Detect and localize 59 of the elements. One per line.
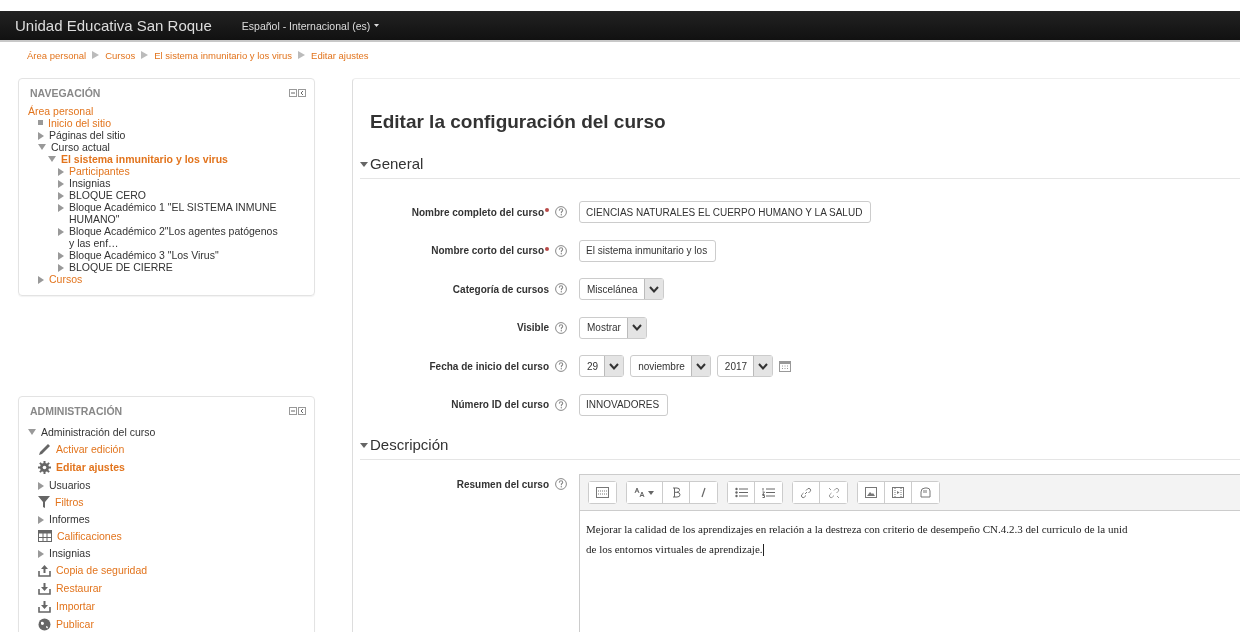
dropdown[interactable]: 2017 (716, 355, 774, 378)
field-label: Número ID del curso (451, 399, 549, 411)
expanded-arrow-icon[interactable] (360, 159, 368, 168)
nav-item[interactable]: Bloque Académico 3 "Los Virus" (69, 249, 219, 261)
nav-item[interactable]: Bloque Académico 2"Los agentes patógenos y las enf… (69, 225, 284, 249)
help-icon[interactable] (555, 360, 567, 373)
font-size-icon[interactable] (627, 482, 663, 503)
help-icon[interactable] (555, 321, 567, 334)
breadcrumb-separator-icon (298, 51, 306, 59)
toolbar-toggle-icon[interactable] (589, 482, 616, 503)
bullet-list-icon[interactable] (728, 482, 755, 503)
nav-item[interactable]: Informes (49, 512, 90, 525)
help-icon[interactable] (555, 206, 567, 219)
calendar-icon[interactable] (779, 360, 792, 373)
text-field[interactable]: INNOVADORES (579, 393, 669, 416)
nav-item[interactable]: Administración del curso (41, 425, 156, 438)
field-label: Nombre completo del curso (411, 206, 544, 218)
caret-icon (374, 24, 380, 27)
nav-item[interactable]: Insignias (49, 546, 91, 559)
dropdown[interactable]: Mostrar (579, 316, 647, 339)
collapse-icon[interactable] (289, 89, 297, 97)
image-icon[interactable] (858, 482, 885, 503)
language-menu[interactable]: Español - Internacional (es) (241, 19, 380, 32)
expanded-arrow-icon[interactable] (360, 440, 368, 449)
link-icon[interactable] (793, 482, 820, 503)
nav-item[interactable]: Bloque Académico 1 "EL SISTEMA INMUNE HUMANO" (69, 201, 284, 225)
editor-text: Mejorar la calidad de los aprendizajes en relación a la destreza con criterio de desempeño CN.4.2.3 del curriculo de la unid de los entornos virtuales de aprendizaje. (585, 522, 1129, 559)
field-label: Nombre corto del curso (431, 245, 544, 257)
help-icon[interactable] (555, 478, 567, 490)
nav-item[interactable]: BLOQUE CERO (69, 189, 147, 201)
nav-item[interactable]: Usuarios (49, 478, 91, 491)
field-label: Categoría de cursos (452, 283, 549, 295)
field-label: Fecha de inicio del curso (429, 360, 549, 372)
field-label: Resumen del curso (456, 478, 549, 490)
breadcrumb-separator-icon (141, 51, 149, 59)
page-title: Editar la configuración del curso (370, 111, 667, 133)
help-icon[interactable] (555, 398, 567, 411)
nav-item[interactable]: Curso actual (51, 141, 110, 153)
dock-icon[interactable] (298, 407, 306, 415)
section-title[interactable]: Descripción (370, 436, 449, 453)
breadcrumb-separator-icon (92, 51, 100, 59)
dock-icon[interactable] (298, 89, 306, 97)
collapse-icon[interactable] (289, 407, 297, 415)
nav-item[interactable]: Insignias (69, 177, 111, 189)
dropdown[interactable]: Miscelánea (579, 278, 664, 301)
section-title[interactable]: General (370, 155, 424, 172)
dropdown[interactable]: noviembre (630, 355, 711, 378)
dropdown[interactable]: 29 (579, 355, 625, 378)
field-label: Visible (516, 322, 549, 334)
block-title: NAVEGACIÓN (30, 87, 101, 99)
help-icon[interactable] (555, 244, 567, 257)
block-title: ADMINISTRACIÓN (30, 405, 123, 417)
nav-item[interactable]: Páginas del sitio (49, 129, 126, 141)
rich-text-editor[interactable]: Mejorar la calidad de los aprendizajes en relación a la destreza con criterio de desempeño CN.4.2.3 del curriculo de la unid de los entornos virtuales de aprendizaje. (579, 474, 1240, 632)
text-field[interactable]: El sistema inmunitario y los (579, 239, 717, 262)
nav-item[interactable]: BLOQUE DE CIERRE (69, 261, 173, 273)
text-field[interactable]: CIENCIAS NATURALES EL CUERPO HUMANO Y LA SALUD (579, 201, 872, 224)
site-name[interactable]: Unidad Educativa San Roque (15, 17, 212, 34)
help-icon[interactable] (555, 283, 567, 296)
